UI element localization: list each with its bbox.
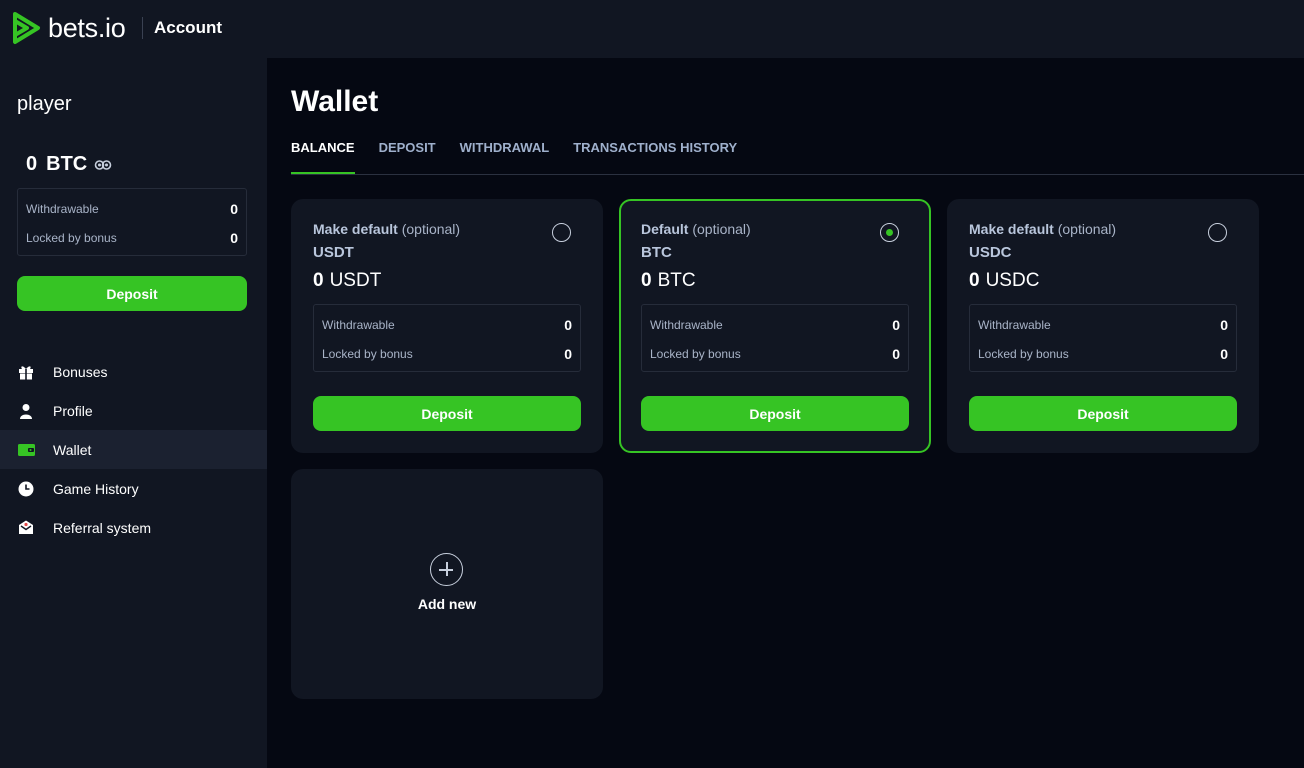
clock-icon xyxy=(17,480,35,498)
withdrawable-value: 0 xyxy=(564,317,572,333)
username: player xyxy=(17,93,72,115)
locked-label: Locked by bonus xyxy=(978,347,1069,361)
sidebar-balance-details: Withdrawable 0 Locked by bonus 0 xyxy=(17,188,247,256)
deposit-button[interactable]: Deposit xyxy=(641,396,909,431)
bets-logo-icon xyxy=(12,11,42,45)
withdrawable-row: Withdrawable 0 xyxy=(650,317,900,333)
card-default-label: Make default (optional) xyxy=(313,221,581,237)
header-divider xyxy=(142,17,143,39)
add-new-label: Add new xyxy=(417,596,477,612)
withdrawable-value: 0 xyxy=(1220,317,1228,333)
sidebar-item-wallet[interactable]: Wallet xyxy=(0,430,267,469)
sidebar-item-game-history[interactable]: Game History xyxy=(0,469,267,508)
locked-row: Locked by bonus 0 xyxy=(26,230,238,246)
top-bar: bets.io Account xyxy=(0,0,1304,58)
default-radio[interactable] xyxy=(1208,223,1227,242)
tabs-divider xyxy=(291,174,1304,175)
make-default-text: Make default xyxy=(969,221,1054,237)
page-title: Wallet xyxy=(291,85,379,118)
locked-value: 0 xyxy=(564,346,572,362)
user-icon xyxy=(17,402,35,420)
locked-value: 0 xyxy=(1220,346,1228,362)
balance-amount: 0 xyxy=(26,153,38,175)
optional-text: (optional) xyxy=(1057,221,1117,237)
card-balance: 0 BTC xyxy=(641,270,696,292)
default-radio[interactable] xyxy=(552,223,571,242)
sidebar-item-profile[interactable]: Profile xyxy=(0,391,267,430)
deposit-button[interactable]: Deposit xyxy=(313,396,581,431)
card-amount-currency: BTC xyxy=(657,270,696,291)
card-default-label: Make default (optional) xyxy=(969,221,1237,237)
card-currency: USDT xyxy=(313,244,354,261)
card-amount: 0 xyxy=(313,270,324,291)
withdrawable-label: Withdrawable xyxy=(650,318,723,332)
sidebar-item-label: Wallet xyxy=(53,441,92,458)
optional-text: (optional) xyxy=(401,221,461,237)
logo-text: bets.io xyxy=(48,12,126,43)
currency-switch-icon[interactable] xyxy=(94,159,112,171)
locked-value: 0 xyxy=(230,230,238,246)
logo[interactable]: bets.io xyxy=(12,11,126,45)
locked-row: Locked by bonus 0 xyxy=(978,346,1228,362)
card-balance-details: Withdrawable 0 Locked by bonus 0 xyxy=(641,304,909,372)
withdrawable-label: Withdrawable xyxy=(322,318,395,332)
wallet-tabs: BALANCE DEPOSIT WITHDRAWAL TRANSACTIONS … xyxy=(291,138,761,174)
card-balance-details: Withdrawable 0 Locked by bonus 0 xyxy=(969,304,1237,372)
optional-text: (optional) xyxy=(692,221,751,237)
locked-label: Locked by bonus xyxy=(26,231,117,245)
sidebar-deposit-button[interactable]: Deposit xyxy=(17,276,247,311)
tab-balance[interactable]: BALANCE xyxy=(291,138,355,174)
locked-label: Locked by bonus xyxy=(650,347,741,361)
sidebar-item-label: Referral system xyxy=(53,519,152,536)
withdrawable-value: 0 xyxy=(892,317,900,333)
tab-deposit[interactable]: DEPOSIT xyxy=(379,138,436,174)
envelope-icon xyxy=(17,519,35,537)
card-currency: BTC xyxy=(641,244,672,261)
card-amount: 0 xyxy=(969,270,980,291)
default-text: Default xyxy=(641,221,689,237)
withdrawable-label: Withdrawable xyxy=(978,318,1051,332)
tab-withdrawal[interactable]: WITHDRAWAL xyxy=(460,138,550,174)
sidebar-balance: 0 BTC xyxy=(26,153,112,176)
sidebar-item-label: Profile xyxy=(53,402,93,419)
card-balance: 0 USDT xyxy=(313,270,381,292)
locked-row: Locked by bonus 0 xyxy=(650,346,900,362)
make-default-text: Make default xyxy=(313,221,398,237)
withdrawable-row: Withdrawable 0 xyxy=(978,317,1228,333)
sidebar-nav: Bonuses Profile Wallet Game History Refe… xyxy=(0,352,267,547)
default-radio[interactable] xyxy=(880,223,899,242)
card-balance-details: Withdrawable 0 Locked by bonus 0 xyxy=(313,304,581,372)
wallet-card-usdt: Make default (optional) USDT 0 USDT Withd… xyxy=(291,199,603,453)
withdrawable-row: Withdrawable 0 xyxy=(26,201,238,217)
sidebar-item-label: Bonuses xyxy=(53,363,108,380)
locked-label: Locked by bonus xyxy=(322,347,413,361)
withdrawable-value: 0 xyxy=(230,201,238,217)
balance-currency: BTC xyxy=(46,153,88,175)
card-currency: USDC xyxy=(969,244,1012,261)
plus-circle-icon xyxy=(430,553,463,586)
add-new-wallet-card[interactable]: Add new xyxy=(291,469,603,699)
withdrawable-row: Withdrawable 0 xyxy=(322,317,572,333)
sidebar-item-referral-system[interactable]: Referral system xyxy=(0,508,267,547)
wallet-icon xyxy=(17,441,35,459)
withdrawable-label: Withdrawable xyxy=(26,202,99,216)
locked-row: Locked by bonus 0 xyxy=(322,346,572,362)
card-amount-currency: USDC xyxy=(985,270,1040,291)
card-amount-currency: USDT xyxy=(329,270,382,291)
wallet-card-btc: Default (optional) BTC 0 BTC Withdrawable… xyxy=(619,199,931,453)
sidebar-item-bonuses[interactable]: Bonuses xyxy=(0,352,267,391)
card-amount: 0 xyxy=(641,270,652,291)
sidebar: player 0 BTC Withdrawable 0 Locked by bo… xyxy=(0,58,267,768)
gift-icon xyxy=(17,363,35,381)
sidebar-item-label: Game History xyxy=(53,480,139,497)
header-title: Account xyxy=(154,18,222,37)
card-balance: 0 USDC xyxy=(969,270,1039,292)
main-content: Wallet BALANCE DEPOSIT WITHDRAWAL TRANSA… xyxy=(267,58,1304,768)
deposit-button[interactable]: Deposit xyxy=(969,396,1237,431)
card-default-label: Default (optional) xyxy=(641,221,909,237)
locked-value: 0 xyxy=(892,346,900,362)
tab-transactions-history[interactable]: TRANSACTIONS HISTORY xyxy=(573,138,737,174)
wallet-card-usdc: Make default (optional) USDC 0 USDC Withd… xyxy=(947,199,1259,453)
